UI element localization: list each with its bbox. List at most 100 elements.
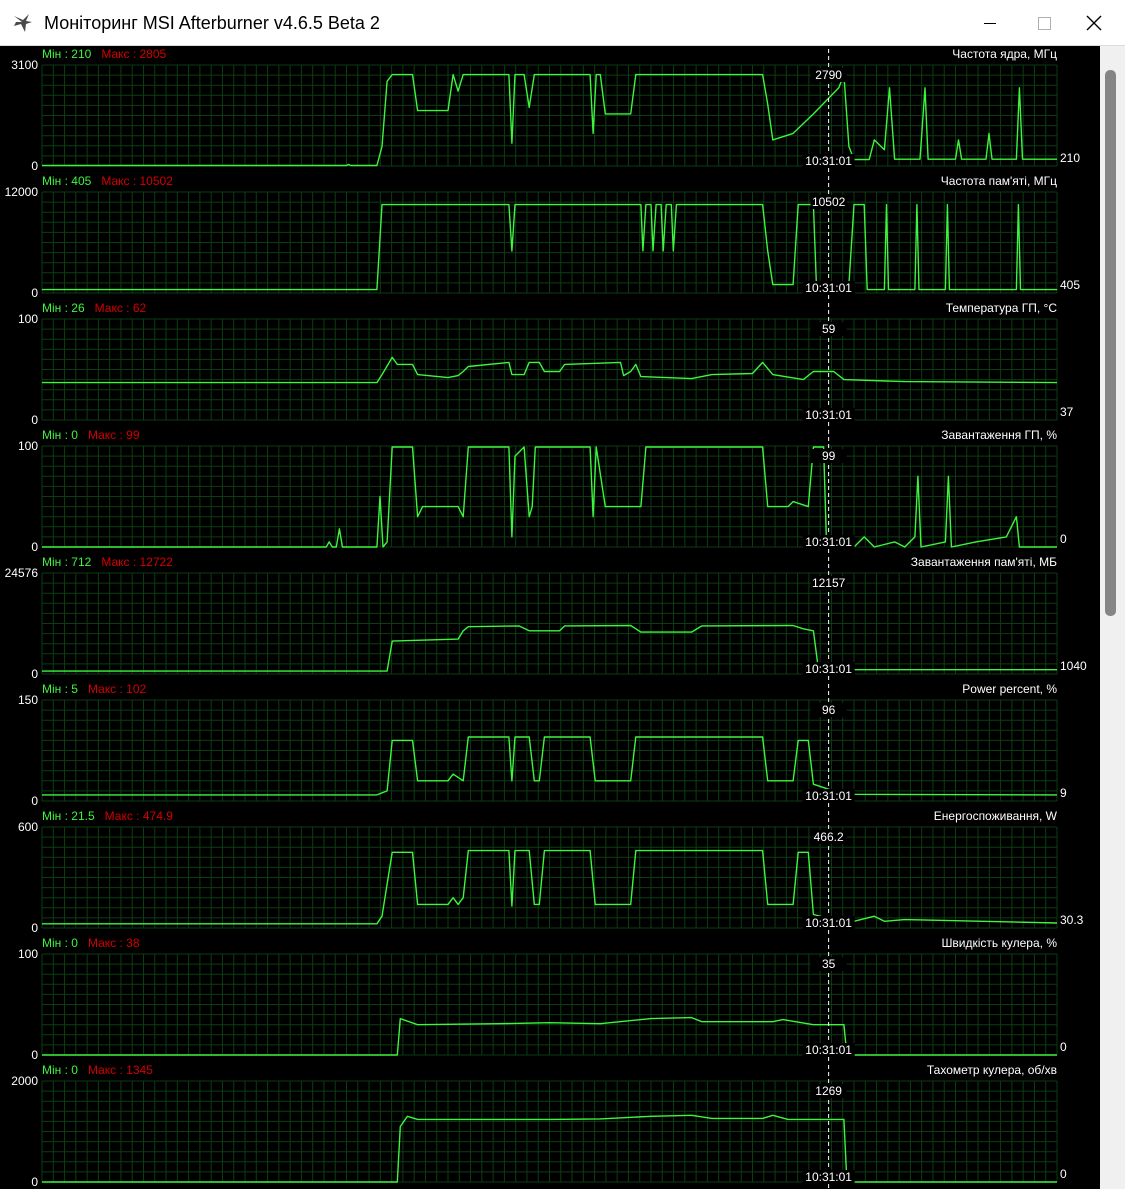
graph-y-min: 0: [31, 159, 38, 173]
graph-y-max: 150: [18, 693, 38, 707]
window-titlebar: Моніторинг MSI Afterburner v4.6.5 Beta 2: [0, 0, 1125, 46]
graph-grid: [41, 318, 1058, 421]
close-button[interactable]: [1066, 0, 1122, 46]
minimize-button[interactable]: [962, 0, 1018, 46]
graph-cursor-value: 466.2: [814, 830, 844, 844]
graph-grid: [41, 445, 1058, 548]
graph-panel-mem-clock[interactable]: [41, 176, 1058, 299]
graph-current-value: 9: [1060, 786, 1067, 800]
graph-y-min: 0: [31, 667, 38, 681]
graph-title: Температура ГП, °C: [946, 301, 1058, 315]
afterburner-plane-icon: [14, 14, 32, 32]
graph-title: Power percent, %: [962, 682, 1057, 696]
graph-y-min: 0: [31, 540, 38, 554]
graph-cursor-value: 59: [822, 322, 836, 336]
graph-panel-power-percent[interactable]: [41, 684, 1058, 807]
graph-current-value: 0: [1060, 1040, 1067, 1054]
graph-max-label: Макс : 62: [95, 301, 147, 315]
scrollbar-thumb[interactable]: [1105, 70, 1116, 616]
graph-panel-gpu-temp[interactable]: [41, 303, 1058, 426]
graph-y-min: 0: [31, 413, 38, 427]
graph-min-label: Мін : 405: [42, 174, 92, 188]
graph-current-value: 405: [1060, 278, 1080, 292]
graph-current-value: 30.3: [1060, 913, 1084, 927]
graph-cursor-time: 10:31:01: [805, 1170, 852, 1184]
graph-cursor-value: 99: [822, 449, 836, 463]
minimize-icon: [984, 22, 996, 24]
graph-title: Тахометр кулера, об/хв: [927, 1063, 1057, 1077]
graph-current-value: 0: [1060, 532, 1067, 546]
graph-grid: [41, 572, 1058, 675]
graph-cursor-time: 10:31:01: [805, 408, 852, 422]
graph-y-min: 0: [31, 1175, 38, 1189]
graph-panel-core-clock[interactable]: [41, 49, 1058, 172]
graph-y-max: 100: [18, 947, 38, 961]
vertical-scrollbar[interactable]: [1100, 46, 1125, 1189]
maximize-icon: [1037, 16, 1051, 30]
graph-y-min: 0: [31, 794, 38, 808]
graph-min-label: Мін : 0: [42, 1063, 78, 1077]
graph-min-label: Мін : 210: [42, 47, 92, 61]
graph-y-max: 12000: [5, 185, 39, 199]
graph-current-value: 37: [1060, 405, 1074, 419]
graph-cursor-time: 10:31:01: [805, 154, 852, 168]
graph-panel-power-draw[interactable]: [41, 811, 1058, 934]
graph-y-min: 0: [31, 1048, 38, 1062]
graph-title: Швидкість кулера, %: [941, 936, 1057, 950]
graph-title: Частота пам'яті, МГц: [941, 174, 1057, 188]
graph-grid: [41, 699, 1058, 802]
graph-title: Енергоспоживання, W: [934, 809, 1058, 823]
graph-max-label: Макс : 10502: [101, 174, 173, 188]
graph-grid: [41, 826, 1058, 929]
graph-min-label: Мін : 26: [42, 301, 85, 315]
graph-grid: [41, 953, 1058, 1056]
graph-y-max: 24576: [5, 566, 39, 580]
graph-title: Завантаження пам'яті, МБ: [911, 555, 1057, 569]
graph-title: Завантаження ГП, %: [941, 428, 1057, 442]
graph-panel-gpu-load[interactable]: [41, 430, 1058, 553]
graph-cursor-time: 10:31:01: [805, 789, 852, 803]
graph-cursor-value: 1269: [815, 1084, 842, 1098]
graph-panel-fan-tach[interactable]: [41, 1065, 1058, 1188]
graph-cursor-time: 10:31:01: [805, 535, 852, 549]
graph-cursor-value: 96: [822, 703, 836, 717]
graph-y-max: 3100: [11, 58, 38, 72]
graph-min-label: Мін : 712: [42, 555, 92, 569]
graph-min-label: Мін : 0: [42, 428, 78, 442]
close-icon: [1086, 15, 1102, 31]
graph-panel-mem-usage[interactable]: [41, 557, 1058, 680]
monitoring-graphs-area[interactable]: Мін : 210 Макс : 2805 Частота ядра, МГц 310…: [0, 46, 1100, 1189]
graph-cursor-time: 10:31:01: [805, 1043, 852, 1057]
graph-max-label: Макс : 1345: [88, 1063, 153, 1077]
graph-cursor-time: 10:31:01: [805, 662, 852, 676]
graph-grid: [41, 64, 1058, 167]
graph-panel-fan-speed[interactable]: [41, 938, 1058, 1061]
graph-y-max: 100: [18, 439, 38, 453]
graph-current-value: 1040: [1060, 659, 1087, 673]
window-title: Моніторинг MSI Afterburner v4.6.5 Beta 2: [44, 13, 380, 33]
maximize-button[interactable]: [1016, 0, 1072, 46]
graph-y-max: 2000: [11, 1074, 38, 1088]
graph-cursor-value: 2790: [815, 68, 842, 82]
graph-max-label: Макс : 474.9: [105, 809, 174, 823]
graph-y-min: 0: [31, 921, 38, 935]
graph-min-label: Мін : 0: [42, 936, 78, 950]
graph-title: Частота ядра, МГц: [952, 47, 1057, 61]
graph-cursor-value: 12157: [812, 576, 846, 590]
graphs-canvas[interactable]: Мін : 210 Макс : 2805 Частота ядра, МГц 310…: [0, 46, 1100, 1189]
graph-y-max: 600: [18, 820, 38, 834]
graph-max-label: Макс : 38: [88, 936, 140, 950]
graph-cursor-value: 10502: [812, 195, 846, 209]
graph-cursor-time: 10:31:01: [805, 916, 852, 930]
graph-y-min: 0: [31, 286, 38, 300]
graph-current-value: 210: [1060, 151, 1080, 165]
graph-max-label: Макс : 12722: [101, 555, 173, 569]
graph-max-label: Макс : 99: [88, 428, 140, 442]
graph-cursor-time: 10:31:01: [805, 281, 852, 295]
graph-cursor-value: 35: [822, 957, 836, 971]
graph-y-max: 100: [18, 312, 38, 326]
graph-current-value: 0: [1060, 1167, 1067, 1181]
graph-max-label: Макс : 102: [88, 682, 147, 696]
graph-grid: [41, 1080, 1058, 1183]
graph-max-label: Макс : 2805: [101, 47, 166, 61]
